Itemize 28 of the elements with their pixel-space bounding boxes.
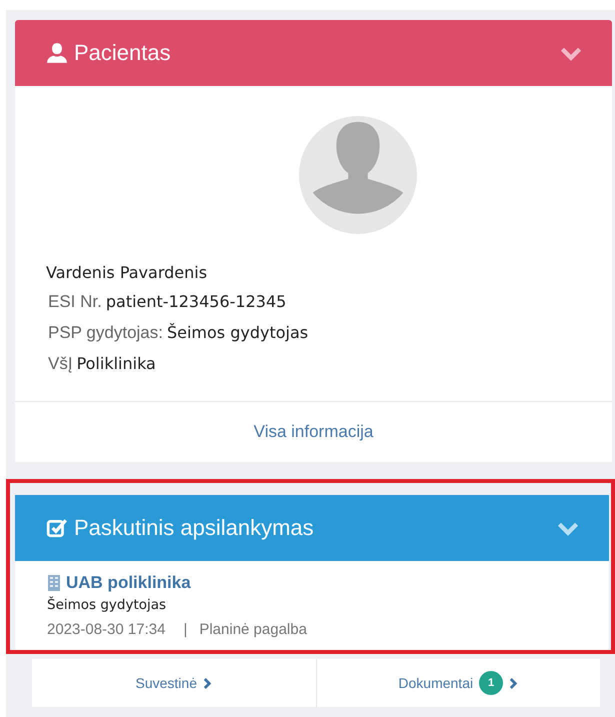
chevron-right-icon <box>202 676 212 690</box>
patient-name: Vardenis Pavardenis <box>46 262 208 284</box>
full-info-link[interactable]: Visa informacija <box>254 422 374 442</box>
field-value: patient-123456-12345 <box>106 292 286 311</box>
visit-datetime: 2023-08-30 17:34 <box>47 621 166 638</box>
panel-header[interactable]: Pacientas <box>15 20 612 86</box>
care-type: Planinė pagalba <box>199 621 307 638</box>
panel-header[interactable]: Paskutinis apsilankymas <box>15 495 609 561</box>
footer-link[interactable]: Dokumentai 1 <box>398 671 518 695</box>
field-value: Šeimos gydytojas <box>166 323 308 342</box>
separator-text: | <box>183 621 188 638</box>
person-icon <box>46 42 68 64</box>
panel-title: Paskutinis apsilankymas <box>74 515 315 541</box>
chevron-down-icon[interactable] <box>560 46 582 60</box>
panel-title: Pacientas <box>74 40 172 66</box>
institution-link[interactable]: UAB poliklinika <box>66 573 191 593</box>
avatar-icon <box>299 116 417 234</box>
footer-link[interactable]: Suvestinė <box>136 675 212 691</box>
field-label: ESI Nr. <box>48 292 102 311</box>
specialty-text: Šeimos gydytojas <box>47 597 168 613</box>
checkbox-icon <box>46 517 68 539</box>
field-label: VšĮ <box>48 354 73 373</box>
chevron-right-icon <box>509 676 518 690</box>
count-badge: 1 <box>479 671 504 695</box>
chevron-down-icon[interactable] <box>557 520 579 536</box>
building-icon <box>47 574 61 592</box>
field-value: Poliklinika <box>76 354 156 373</box>
field-label: PSP gydytojas: <box>48 323 163 342</box>
